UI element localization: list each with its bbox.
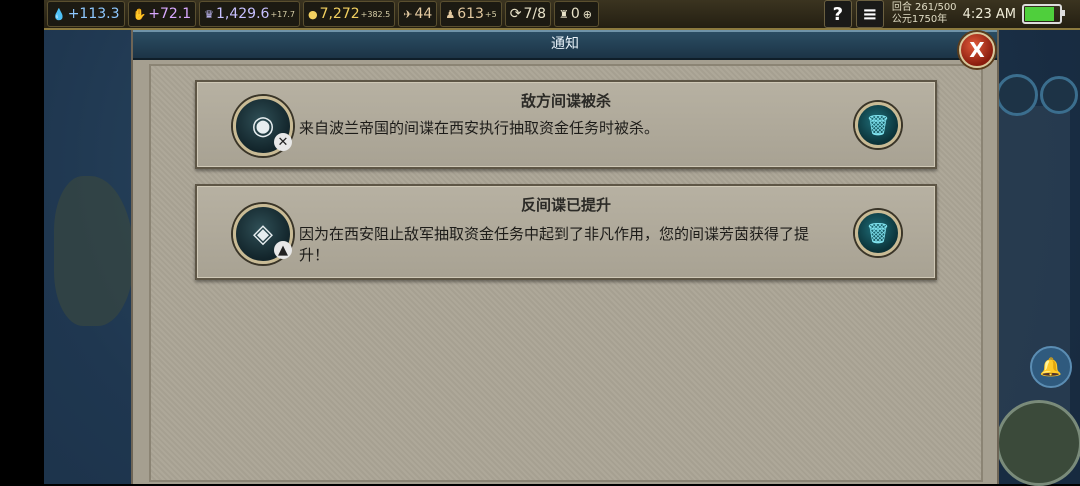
trade-routes[interactable]: ⟳ 7/8 — [504, 1, 551, 27]
dismiss-trash-button[interactable]: 🗑 — [855, 102, 901, 148]
great-people-icon: ♟ — [445, 7, 456, 21]
notification-text: 因为在西安阻止敌军抽取资金任务中起到了非凡作用，您的间谍芳茵获得了提升！ — [299, 225, 810, 264]
promotion-arrow-badge-icon: ▲ — [274, 241, 292, 259]
close-dialog-button[interactable]: X — [959, 32, 995, 68]
faith-icon: ✋ — [132, 7, 147, 21]
tourism-value: 44 — [414, 6, 433, 22]
minimap-lens-button[interactable] — [996, 74, 1038, 116]
screen-left-edge — [0, 0, 44, 484]
faith-value: +72.1 — [148, 6, 192, 22]
trash-icon: 🗑 — [865, 221, 891, 245]
battery-fill — [1025, 7, 1054, 21]
tourism-icon: ✈ — [403, 7, 413, 21]
science-value: +113.3 — [67, 6, 120, 22]
clock: 4:23 AM — [962, 6, 1016, 22]
trade-route-icon: ⟳ — [509, 6, 522, 22]
notification-text: 来自波兰帝国的间谍在西安执行抽取资金任务时被杀。 — [299, 119, 660, 137]
great-people-delta: +5 — [484, 9, 497, 19]
topbar-right: ? ≡ 回合 261/500 公元1750年 4:23 AM — [823, 0, 1080, 28]
great-people-value: 613 — [457, 6, 484, 22]
notification-list[interactable]: ◉ ✕ 敌方间谍被杀 来自波兰帝国的间谍在西安执行抽取资金任务时被杀。 🗑 ◈ … — [149, 64, 983, 482]
trash-icon: 🗑 — [865, 113, 891, 137]
map-options-button[interactable] — [1040, 76, 1078, 114]
culture-icon: ♛ — [204, 7, 214, 21]
gold-value: 7,272 — [319, 6, 360, 22]
tourism-yield[interactable]: ✈ 44 — [398, 1, 438, 27]
killed-x-badge-icon: ✕ — [274, 133, 292, 151]
notification-title: 反间谍已提升 — [520, 196, 611, 214]
trade-routes-value: 7/8 — [523, 6, 546, 22]
battery-icon — [1022, 4, 1065, 24]
main-menu-button[interactable]: ≡ — [855, 0, 884, 28]
culture-delta: +17.7 — [270, 9, 295, 19]
great-people-points[interactable]: ♟ 613 +5 — [440, 1, 502, 27]
notification-item[interactable]: ◈ ▲ 反间谍已提升 因为在西安阻止敌军抽取资金任务中起到了非凡作用，您的间谍芳… — [195, 184, 937, 280]
map-land — [54, 176, 134, 326]
help-button[interactable]: ? — [823, 0, 852, 28]
science-yield[interactable]: 💧 +113.3 — [47, 1, 125, 27]
resource-bar: 💧 +113.3 ✋ +72.1 ♛ 1,429.6 +17.7 ● 7,272 +… — [44, 0, 1080, 30]
envoys-value: 0 — [570, 6, 580, 22]
dismiss-trash-button[interactable]: 🗑 — [855, 210, 901, 256]
gold-yield[interactable]: ● 7,272 +382.5 — [302, 1, 396, 27]
culture-value: 1,429.6 — [216, 6, 270, 22]
add-circle-icon: ⊕ — [582, 7, 592, 21]
notification-bell-icon[interactable]: 🔔 — [1030, 346, 1072, 388]
science-icon: 💧 — [52, 7, 66, 21]
turn-info: 回合 261/500 公元1750年 — [892, 2, 957, 26]
notification-item[interactable]: ◉ ✕ 敌方间谍被杀 来自波兰帝国的间谍在西安执行抽取资金任务时被杀。 🗑 — [195, 80, 937, 169]
turn-counter: 回合 261/500 — [891, 2, 957, 13]
notification-title: 敌方间谍被杀 — [520, 92, 611, 110]
gold-delta: +382.5 — [360, 9, 391, 19]
culture-yield[interactable]: ♛ 1,429.6 +17.7 — [199, 1, 300, 27]
envoys[interactable]: ♜ 0 ⊕ — [553, 1, 599, 27]
game-year: 公元1750年 — [891, 14, 948, 25]
envoy-icon: ♜ — [558, 7, 569, 21]
end-turn-button[interactable] — [996, 400, 1080, 486]
dialog-title: 通知 — [133, 30, 997, 60]
faith-yield[interactable]: ✋ +72.1 — [127, 1, 197, 27]
notifications-dialog: 通知 ◉ ✕ 敌方间谍被杀 来自波兰帝国的间谍在西安执行抽取资金任务时被杀。 🗑… — [131, 30, 999, 484]
gold-icon: ● — [307, 7, 318, 21]
